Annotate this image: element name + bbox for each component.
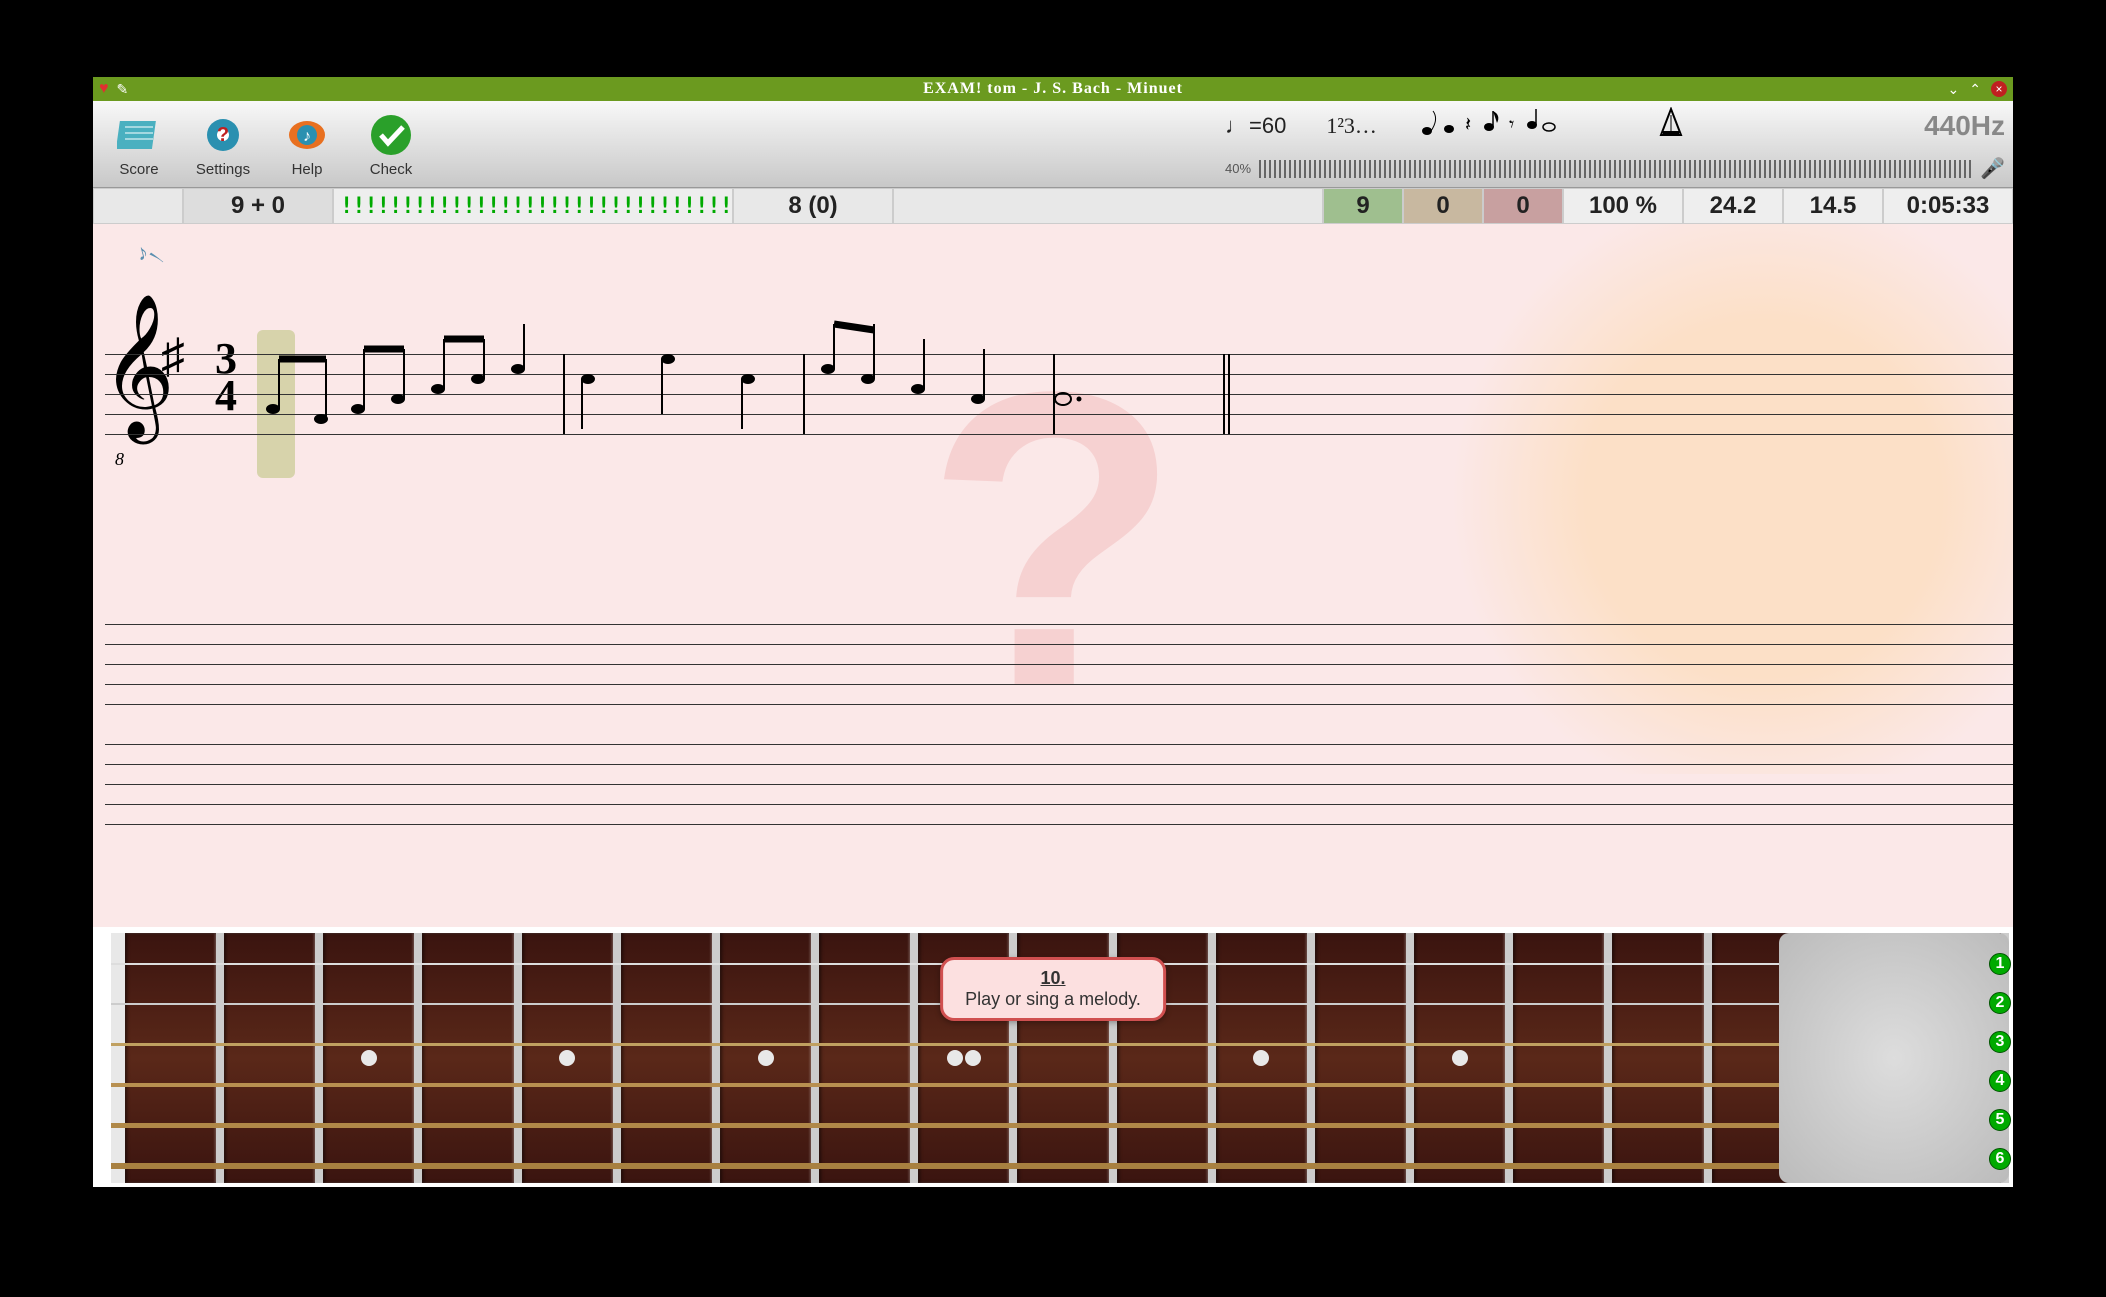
question-prompt-tooltip: 10. Play or sing a melody. bbox=[940, 957, 1166, 1021]
help-icon: ♪ bbox=[283, 111, 331, 159]
string-label-5[interactable]: 5 bbox=[1989, 1109, 2011, 1131]
app-window: ♥ ✎ EXAM! tom - J. S. Bach - Minuet ⌄ ⌃ … bbox=[93, 77, 2013, 1187]
rhythm-selector[interactable]: 𝄽 𝄾 bbox=[1417, 109, 1557, 143]
staff-2 bbox=[105, 624, 2013, 704]
score-label: Score bbox=[119, 161, 158, 178]
stat-wrong: 0 bbox=[1483, 188, 1563, 224]
question-number: 10. bbox=[965, 968, 1141, 989]
fret-marker-dot bbox=[965, 1050, 981, 1066]
stat-attempts: 8 (0) bbox=[733, 188, 893, 224]
instrument-view: 1 2 3 4 5 6 10. Play or sing a melody. bbox=[93, 927, 2013, 1187]
clef-octave-8: 8 bbox=[115, 449, 124, 470]
check-label: Check bbox=[370, 161, 413, 178]
check-icon bbox=[367, 111, 415, 159]
note-name-style[interactable]: 1²3… bbox=[1326, 113, 1377, 139]
heart-icon: ♥ bbox=[99, 80, 109, 98]
score-button[interactable]: Score bbox=[99, 111, 179, 178]
stat-wrong-notbad: 0 bbox=[1403, 188, 1483, 224]
svg-text:?: ? bbox=[217, 124, 229, 146]
help-button[interactable]: ♪ Help bbox=[267, 111, 347, 178]
titlebar: ♥ ✎ EXAM! tom - J. S. Bach - Minuet ⌄ ⌃ … bbox=[93, 77, 2013, 101]
stat-effectiveness: 100 % bbox=[1563, 188, 1683, 224]
string-label-2[interactable]: 2 bbox=[1989, 992, 2011, 1014]
staff-3 bbox=[105, 744, 2013, 824]
exam-stats-bar: 9 + 0 !!!!!!!!!!!!!!!!!!!!!!!!!!!!!!!!!!… bbox=[93, 188, 2013, 224]
string-label-6[interactable]: 6 bbox=[1989, 1148, 2011, 1170]
score-view[interactable]: ? ♪৲ 𝄞 8 ♯ 3 4 bbox=[93, 224, 2013, 927]
tempo-indicator[interactable]: ♩=60 bbox=[1225, 113, 1286, 139]
question-text: Play or sing a melody. bbox=[965, 989, 1141, 1010]
stat-correct: 9 bbox=[1323, 188, 1403, 224]
stat-progress-bar: !!!!!!!!!!!!!!!!!!!!!!!!!!!!!!!!!!!!!!!!… bbox=[333, 188, 733, 224]
svg-text:𝄾: 𝄾 bbox=[1509, 114, 1514, 136]
fret-marker-dot bbox=[559, 1050, 575, 1066]
svg-text:♪: ♪ bbox=[303, 128, 311, 145]
fret-marker-dot bbox=[1452, 1050, 1468, 1066]
help-label: Help bbox=[292, 161, 323, 178]
melody-corner-icon[interactable]: ♪৲ bbox=[133, 231, 166, 273]
close-button[interactable]: × bbox=[1991, 81, 2007, 97]
volume-meter[interactable] bbox=[1259, 160, 1972, 178]
stat-avg-react: 24.2 bbox=[1683, 188, 1783, 224]
guitar-string-5[interactable] bbox=[111, 1123, 2009, 1128]
score-icon bbox=[115, 111, 163, 159]
guitar-string-4[interactable] bbox=[111, 1083, 2009, 1087]
fret-marker-dot bbox=[1253, 1050, 1269, 1066]
volume-percent-label: 40% bbox=[1225, 161, 1251, 176]
nut bbox=[111, 933, 125, 1183]
maximize-button[interactable]: ⌃ bbox=[1969, 81, 1981, 98]
guitar-headstock bbox=[1779, 933, 2009, 1183]
metronome-icon[interactable] bbox=[1657, 107, 1685, 144]
stat-score-expr: 9 + 0 bbox=[183, 188, 333, 224]
svg-text:𝄽: 𝄽 bbox=[1465, 114, 1471, 136]
string-label-3[interactable]: 3 bbox=[1989, 1031, 2011, 1053]
microphone-icon[interactable]: 🎤 bbox=[1980, 156, 2005, 181]
stat-avg-answer: 14.5 bbox=[1783, 188, 1883, 224]
fret-marker-dot bbox=[947, 1050, 963, 1066]
melody-notes bbox=[253, 304, 1253, 484]
fret-marker-dot bbox=[758, 1050, 774, 1066]
settings-button[interactable]: ? Settings bbox=[183, 111, 263, 178]
check-button[interactable]: Check bbox=[351, 111, 431, 178]
quarter-note-icon: ♩ bbox=[1225, 113, 1247, 139]
pin-icon[interactable]: ✎ bbox=[117, 81, 129, 98]
gear-icon: ? bbox=[199, 111, 247, 159]
settings-label: Settings bbox=[196, 161, 250, 178]
string-label-4[interactable]: 4 bbox=[1989, 1070, 2011, 1092]
fret-marker-dot bbox=[361, 1050, 377, 1066]
tuning-frequency[interactable]: 440Hz bbox=[1924, 110, 2005, 142]
minimize-button[interactable]: ⌄ bbox=[1948, 81, 1960, 98]
window-title: EXAM! tom - J. S. Bach - Minuet bbox=[923, 80, 1183, 98]
stat-elapsed-time: 0:05:33 bbox=[1883, 188, 2013, 224]
guitar-string-3[interactable] bbox=[111, 1043, 2009, 1046]
main-toolbar: Score ? Settings ♪ Help Check bbox=[93, 101, 2013, 188]
string-label-1[interactable]: 1 bbox=[1989, 953, 2011, 975]
guitar-string-6[interactable] bbox=[111, 1163, 2009, 1169]
